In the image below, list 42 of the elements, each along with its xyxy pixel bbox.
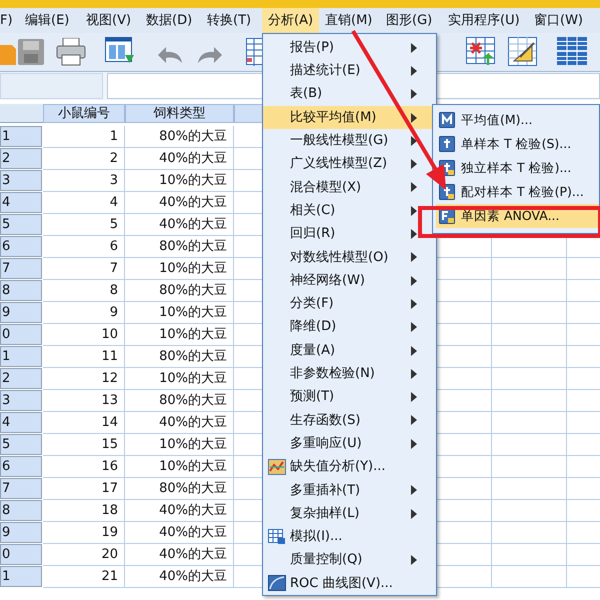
table-cell: 13: [43, 390, 125, 412]
table-cell: 40%的大豆: [125, 214, 234, 236]
table-cell: 10%的大豆: [125, 324, 234, 346]
table-cell: 20: [43, 544, 125, 566]
table-cell: 8: [43, 280, 125, 302]
table-cell: 9: [43, 302, 125, 324]
table-cell: 18: [43, 500, 125, 522]
table-cell: 40%的大豆: [125, 412, 234, 434]
table-cell: 12: [43, 368, 125, 390]
table-cell: 6: [43, 236, 125, 258]
table-cell: 2: [43, 148, 125, 170]
table-cell: 80%的大豆: [125, 126, 234, 148]
table-cell: 7: [43, 258, 125, 280]
table-cell: 5: [43, 214, 125, 236]
table-cell: 80%的大豆: [125, 280, 234, 302]
table-cell: 14: [43, 412, 125, 434]
table-cell: 21: [43, 566, 125, 588]
table-cell: 80%的大豆: [125, 346, 234, 368]
table-cell: 40%的大豆: [125, 566, 234, 588]
table-cell: 10%的大豆: [125, 170, 234, 192]
table-cell: 10%的大豆: [125, 368, 234, 390]
table-cell: 19: [43, 522, 125, 544]
table-cell: 10%的大豆: [125, 302, 234, 324]
table-cell: 40%的大豆: [125, 192, 234, 214]
table-cell: 3: [43, 170, 125, 192]
table-cell: 17: [43, 478, 125, 500]
table-cell: 40%的大豆: [125, 148, 234, 170]
table-cell: 11: [43, 346, 125, 368]
table-cell: 10%的大豆: [125, 434, 234, 456]
table-cell: 10: [43, 324, 125, 346]
table-cell: 16: [43, 456, 125, 478]
table-cell: 15: [43, 434, 125, 456]
table-cell: 10%的大豆: [125, 258, 234, 280]
table-cell: 80%的大豆: [125, 236, 234, 258]
table-cell: 40%的大豆: [125, 544, 234, 566]
table-cell: 40%的大豆: [125, 522, 234, 544]
table-cell: 40%的大豆: [125, 500, 234, 522]
table-cell: 10%的大豆: [125, 456, 234, 478]
table-cell: 80%的大豆: [125, 478, 234, 500]
table-cell: 80%的大豆: [125, 390, 234, 412]
table-cell: 1: [43, 126, 125, 148]
table-cell: 4: [43, 192, 125, 214]
